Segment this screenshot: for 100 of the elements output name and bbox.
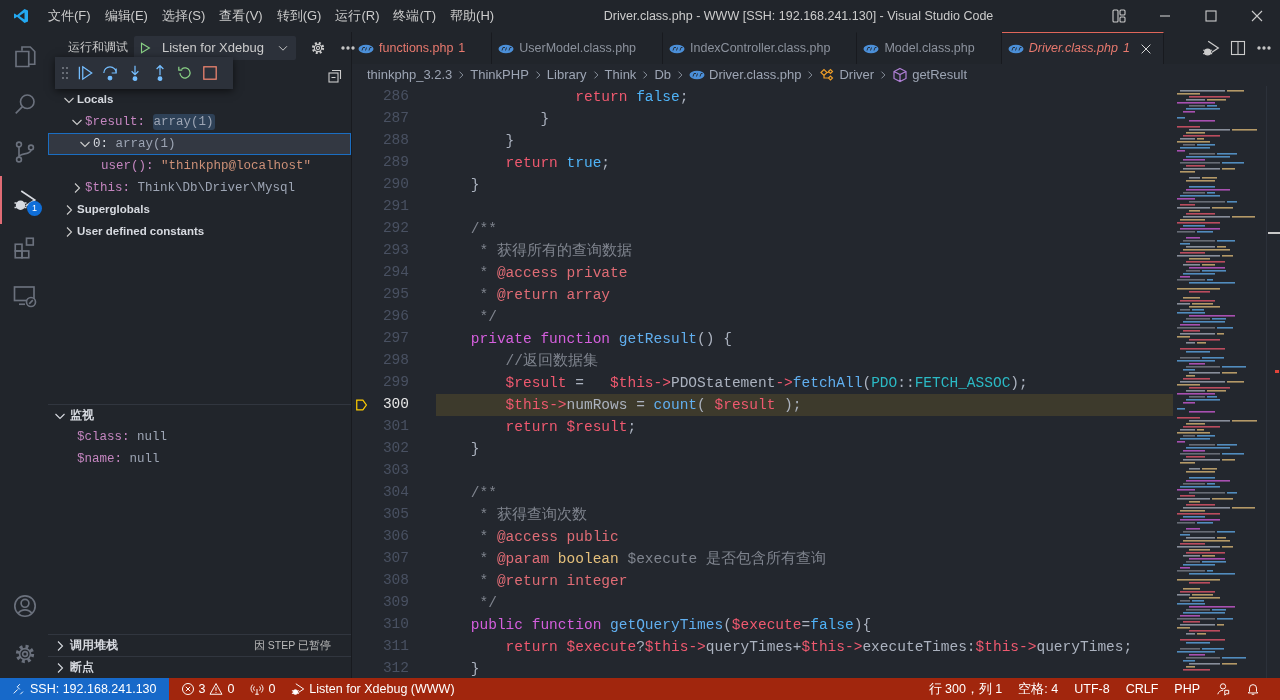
window-title: Driver.class.php - WWW [SSH: 192.168.241.130] - Visual Studio Code — [603, 8, 994, 23]
layout-icon[interactable] — [1111, 8, 1127, 24]
code-line: return true; — [504, 155, 611, 171]
run-debug-icon[interactable] — [1202, 39, 1220, 57]
error-icon — [180, 682, 195, 696]
section-title[interactable]: 断点 — [70, 658, 94, 677]
code-line: public function getQueryTimes($execute=false){ — [469, 617, 872, 633]
status-item[interactable]: UTF-8 — [1066, 678, 1118, 700]
code-line: return $result; — [504, 419, 637, 435]
run-debug-icon — [13, 188, 37, 212]
breadcrumb-item[interactable]: getResult — [892, 65, 968, 85]
scope-label: Locals — [77, 92, 114, 108]
tree-item[interactable]: user(): "thinkphp@localhost" — [48, 155, 351, 177]
warning-icon — [209, 682, 224, 696]
code-line: } — [469, 177, 480, 193]
search-icon — [13, 92, 37, 116]
code-line: } — [539, 111, 550, 127]
code-line: * @return array — [478, 287, 611, 303]
pause-status: 因 STEP 已暂停 — [253, 637, 331, 653]
code-line: $this->numRows = count( $result ); — [504, 397, 802, 413]
menu-item[interactable]: 转到(G) — [269, 0, 329, 32]
play-icon — [138, 41, 152, 55]
status-item[interactable]: 3 0 — [172, 678, 243, 700]
variable-label: $result: array(1) — [85, 112, 215, 132]
split-editor-icon[interactable] — [1230, 40, 1246, 56]
run-debug-icon — [291, 682, 306, 696]
feedback-icon — [1216, 682, 1230, 696]
menu-item[interactable]: 编辑(E) — [97, 0, 155, 32]
code-line: * @param boolean $execute 是否包含所有查询 — [478, 551, 826, 567]
status-item[interactable]: PHP — [1166, 678, 1208, 700]
menu-item[interactable]: 文件(F) — [41, 0, 98, 32]
breadcrumb-item[interactable]: Library — [546, 65, 587, 85]
code-line: /** — [469, 485, 497, 501]
tree-item[interactable]: User defined constants — [48, 221, 351, 243]
variable-label: user(): "thinkphp@localhost" — [101, 157, 312, 175]
tree-item[interactable]: Superglobals — [48, 199, 351, 221]
close-icon[interactable] — [1249, 8, 1265, 24]
code-line: * @access private — [478, 265, 628, 281]
section-title[interactable]: 监视 — [70, 406, 94, 425]
code-line: } — [504, 133, 515, 149]
breadcrumb-item[interactable]: Driver.class.php — [689, 65, 802, 85]
editor-tab[interactable]: Driver.class.php 1 — [1001, 32, 1164, 64]
class-icon — [819, 67, 836, 83]
code-line: /** — [469, 221, 497, 237]
extensions-icon — [13, 236, 37, 260]
breadcrumb-item[interactable]: Db — [654, 65, 671, 85]
section-title[interactable]: 调用堆栈 — [70, 636, 118, 655]
breadcrumb-item[interactable]: Driver — [819, 65, 875, 85]
tree-item[interactable]: 0: array(1) — [48, 133, 351, 155]
scope-label: User defined constants — [77, 224, 205, 240]
notification-bell-icon — [1246, 682, 1260, 696]
menu-item[interactable]: 查看(V) — [212, 0, 270, 32]
breadcrumb-item[interactable]: thinkphp_3.2.3 — [367, 65, 453, 85]
breadcrumb-item[interactable]: Think — [604, 65, 637, 85]
status-item[interactable]: Listen for Xdebug (WWW) — [283, 678, 463, 700]
restart-icon[interactable] — [176, 64, 194, 82]
status-item[interactable]: 行 300，列 1 — [920, 678, 1011, 700]
notification-badge: 1 — [27, 201, 42, 216]
settings-icon — [13, 642, 37, 666]
drag-handle-icon[interactable] — [61, 66, 69, 80]
breadcrumb-item[interactable]: ThinkPHP — [470, 65, 529, 85]
remote-explorer-icon — [13, 284, 37, 308]
code-line: * @return integer — [478, 573, 628, 589]
code-line: */ — [478, 595, 497, 611]
antenna-icon — [250, 682, 265, 696]
variable-label: 0: array(1) — [93, 135, 176, 153]
collapse-all-icon[interactable] — [327, 68, 343, 84]
tree-item[interactable]: $this: Think\Db\Driver\Mysql — [48, 177, 351, 199]
maximize-icon[interactable] — [1203, 8, 1219, 24]
menu-item[interactable]: 帮助(H) — [443, 0, 502, 32]
code-line: return false; — [574, 89, 689, 105]
code-line: private function getResult() { — [469, 331, 732, 347]
stop-icon[interactable] — [201, 64, 219, 82]
menu-item[interactable]: 终端(T) — [386, 0, 444, 32]
status-item[interactable]: 空格: 4 — [1010, 678, 1067, 700]
settings-icon[interactable] — [309, 40, 326, 56]
panel-title: 运行和调试 — [68, 40, 128, 56]
status-item[interactable]: CRLF — [1117, 678, 1167, 700]
watch-expression[interactable]: $class: null — [77, 427, 168, 447]
menu-item[interactable]: 运行(R) — [328, 0, 387, 32]
method-icon — [892, 67, 909, 83]
variable-label: $this: Think\Db\Driver\Mysql — [85, 179, 296, 197]
code-line: * 获得查询次数 — [478, 507, 587, 523]
code-line: return $execute?$this->queryTimes+$this->executeTimes:$this->queryTimes; — [504, 639, 1133, 655]
code-line: } — [469, 661, 480, 677]
watch-expression[interactable]: $name: null — [77, 449, 160, 469]
code-line: } — [469, 441, 480, 457]
continue-icon[interactable] — [76, 64, 94, 82]
status-item[interactable]: 0 — [242, 678, 284, 700]
tree-item[interactable]: $result: array(1) — [48, 111, 351, 133]
code-line: */ — [478, 309, 497, 325]
app-logo — [13, 8, 29, 24]
status-item[interactable]: SSH: 192.168.241.130 — [0, 678, 169, 700]
account-icon — [13, 594, 37, 618]
menu-item[interactable]: 选择(S) — [154, 0, 213, 32]
remote-icon — [12, 682, 26, 696]
step-over-icon[interactable] — [101, 64, 119, 82]
source-control-icon — [13, 140, 37, 164]
code-line: //返回数据集 — [504, 353, 598, 369]
tree-item[interactable]: Locals — [48, 89, 351, 111]
